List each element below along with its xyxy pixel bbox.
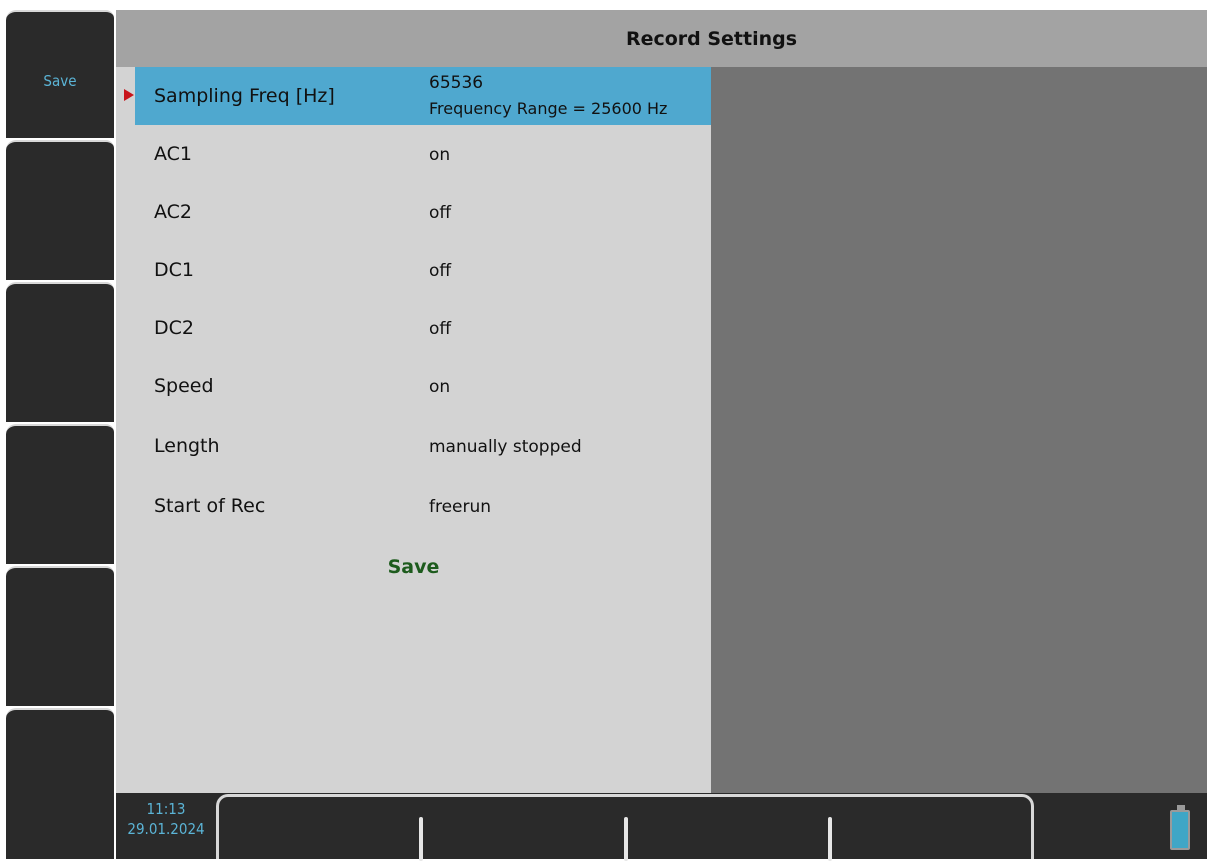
setting-row-ac1[interactable]: AC1 on [116,125,711,183]
setting-label: AC1 [154,143,193,165]
softkey-2[interactable] [6,140,114,280]
fkey-divider [624,817,628,861]
softkey-6[interactable] [6,708,114,859]
softkey-5[interactable] [6,566,114,706]
setting-label: Speed [154,375,214,397]
setting-label: DC2 [154,317,194,339]
date-text: 29.01.2024 [127,820,205,838]
setting-value: freerun [429,497,492,517]
setting-label: Start of Rec [154,495,266,517]
setting-row-length[interactable]: Length manually stopped [116,417,711,475]
softkey-column: Save [0,10,116,859]
preview-panel [711,67,1207,793]
softkey-save-label: Save [43,72,77,90]
save-button[interactable]: Save [116,550,711,584]
frequency-range-text: Frequency Range = 25600 Hz [429,99,668,118]
setting-label: AC2 [154,201,193,223]
settings-list: Sampling Freq [Hz] 65536 Frequency Range… [116,67,711,793]
clock: 11:13 29.01.2024 [116,799,216,839]
fkey-divider [419,817,423,861]
softkey-3[interactable] [6,282,114,422]
softkey-save[interactable]: Save [6,10,114,138]
setting-value: 65536 [429,73,484,93]
time-text: 11:13 [146,800,186,818]
setting-row-ac2[interactable]: AC2 off [116,183,711,241]
page-title: Record Settings [625,27,798,50]
setting-value: off [429,203,452,223]
setting-label: Sampling Freq [Hz] [154,85,335,107]
setting-value: off [429,261,452,281]
function-key-bar [216,794,1034,861]
fkey-divider [828,817,832,861]
setting-row-start-of-rec[interactable]: Start of Rec freerun [116,477,711,535]
setting-value: manually stopped [429,437,582,457]
setting-label: DC1 [154,259,194,281]
softkey-4[interactable] [6,424,114,564]
selection-pointer-icon [124,89,134,101]
battery-icon [1170,810,1190,850]
setting-row-dc1[interactable]: DC1 off [116,241,711,299]
setting-label: Length [154,435,220,457]
status-bar: 11:13 29.01.2024 [116,793,1207,861]
setting-row-speed[interactable]: Speed on [116,357,711,415]
setting-value: off [429,319,452,339]
setting-row-sampling-freq[interactable]: Sampling Freq [Hz] 65536 Frequency Range… [135,67,711,125]
setting-row-dc2[interactable]: DC2 off [116,299,711,357]
setting-value: on [429,145,451,165]
setting-value: on [429,377,451,397]
page-title-bar: Record Settings [116,10,1207,67]
